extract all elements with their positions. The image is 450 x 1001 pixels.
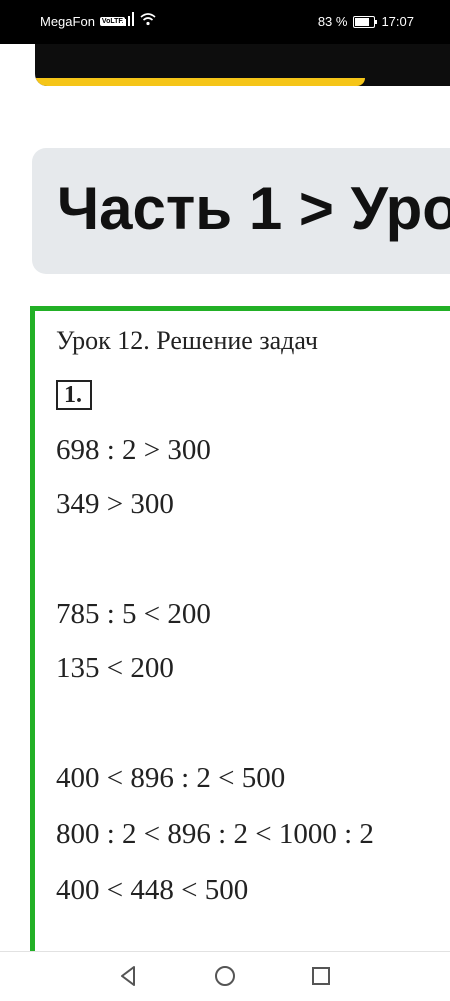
- status-bar: MegaFon VoLTE 83 % 17:07: [0, 0, 450, 44]
- equation-line: 785 : 5 < 200: [56, 598, 211, 630]
- task-number-box: 1.: [56, 380, 92, 410]
- lesson-content-box: [30, 306, 450, 966]
- battery-icon: [353, 15, 378, 28]
- battery-clock: 83 % 17:07: [318, 14, 414, 29]
- signal-icon: [120, 12, 134, 26]
- equation-line: 349 > 300: [56, 488, 174, 520]
- wifi-icon: [140, 13, 156, 26]
- signal-wifi-icons: [120, 12, 156, 26]
- page-title: Часть 1 > Урок 12: [57, 175, 450, 242]
- equation-line: 135 < 200: [56, 652, 174, 684]
- lesson-title: Урок 12. Решение задач: [56, 326, 318, 355]
- carrier-name: MegaFon: [40, 14, 95, 29]
- battery-percent: 83 %: [317, 14, 348, 29]
- back-icon[interactable]: [117, 964, 141, 988]
- ad-banner[interactable]: [35, 44, 450, 86]
- equation-line: 698 : 2 > 300: [56, 434, 211, 466]
- system-nav-bar: [0, 951, 450, 1001]
- equation-line: 400 < 448 < 500: [56, 874, 249, 906]
- carrier-info: MegaFon VoLTE: [40, 14, 126, 29]
- equation-line: 800 : 2 < 896 : 2 < 1000 : 2: [56, 818, 374, 850]
- home-icon[interactable]: [213, 964, 237, 988]
- equation-line: 400 < 896 : 2 < 500: [56, 762, 286, 794]
- recents-icon[interactable]: [309, 964, 333, 988]
- page-title-card: Часть 1 > Урок 12: [32, 148, 450, 274]
- banner-accent-bar: [35, 78, 365, 86]
- clock: 17:07: [381, 14, 414, 29]
